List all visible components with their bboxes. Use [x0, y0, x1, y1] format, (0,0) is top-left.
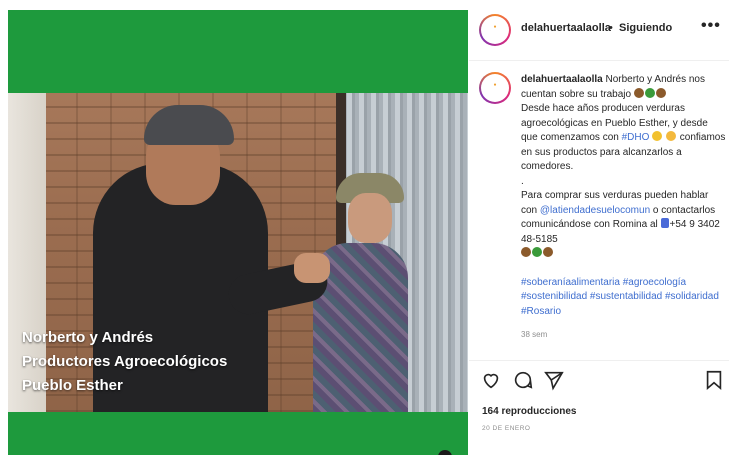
separator-dot: •	[609, 22, 613, 34]
cucumber-emoji-icon	[644, 87, 655, 98]
cap	[144, 105, 234, 145]
comment-icon[interactable]	[512, 369, 536, 393]
potato-emoji-icon	[655, 87, 666, 98]
caption-line: Pueblo Esther	[22, 377, 123, 394]
action-bar: 164 reproducciones 20 DE ENERO	[469, 360, 729, 456]
send-icon[interactable]	[543, 369, 567, 393]
caption-dot: .	[521, 175, 524, 187]
post-header: ● delahuertaalaolla • Siguiendo •••	[469, 0, 729, 61]
caption-line: Productores Agroecológicos	[22, 353, 228, 370]
post-date[interactable]: 20 DE ENERO	[482, 425, 531, 432]
hashtag-link[interactable]: #DHO	[622, 132, 650, 143]
heart-icon[interactable]	[480, 369, 504, 393]
potato-emoji-icon	[543, 247, 553, 257]
sparkle-emoji-icon	[652, 131, 663, 141]
avatar-logo: ●	[493, 82, 497, 88]
comment-time[interactable]: 38 sem	[521, 330, 547, 339]
post-caption: delahuertaalaolla Norberto y Andrés nos …	[521, 73, 727, 319]
bookmark-icon[interactable]	[703, 369, 727, 393]
caption-username[interactable]: delahuertaalaolla	[521, 74, 603, 85]
video-caption: Norberto y Andrés Productores Agroecológ…	[22, 326, 227, 398]
avatar-logo: ●	[493, 24, 497, 30]
post-sidebar: ● delahuertaalaolla • Siguiendo ••• ● de…	[469, 0, 729, 455]
phone-emoji-icon	[660, 218, 669, 228]
person-andres-head	[348, 193, 392, 243]
video-player[interactable]: Norberto y Andrés Productores Agroecológ…	[8, 93, 468, 412]
hashtag-list[interactable]: #soberaníaalimentaria #agroecología #sos…	[521, 276, 727, 320]
more-options-icon[interactable]: •••	[701, 17, 721, 35]
mention-link[interactable]: @latiendadesuelocomun	[540, 205, 650, 216]
smiley-emoji-icon	[665, 131, 676, 141]
person-norberto-hand	[294, 253, 330, 283]
caption-line: Norberto y Andrés	[22, 329, 154, 346]
post-media[interactable]: Norberto y Andrés Productores Agroecológ…	[8, 10, 468, 455]
sound-toggle-icon[interactable]	[438, 450, 452, 455]
view-count[interactable]: 164 reproducciones	[482, 406, 576, 417]
cucumber-emoji-icon	[532, 247, 542, 257]
avatar[interactable]: ●	[479, 14, 511, 46]
post-username[interactable]: delahuertaalaolla	[521, 22, 611, 34]
comment-avatar[interactable]: ●	[479, 72, 511, 104]
following-button[interactable]: Siguiendo	[619, 22, 672, 34]
potato-emoji-icon	[521, 247, 531, 257]
potato-emoji-icon	[633, 87, 644, 98]
